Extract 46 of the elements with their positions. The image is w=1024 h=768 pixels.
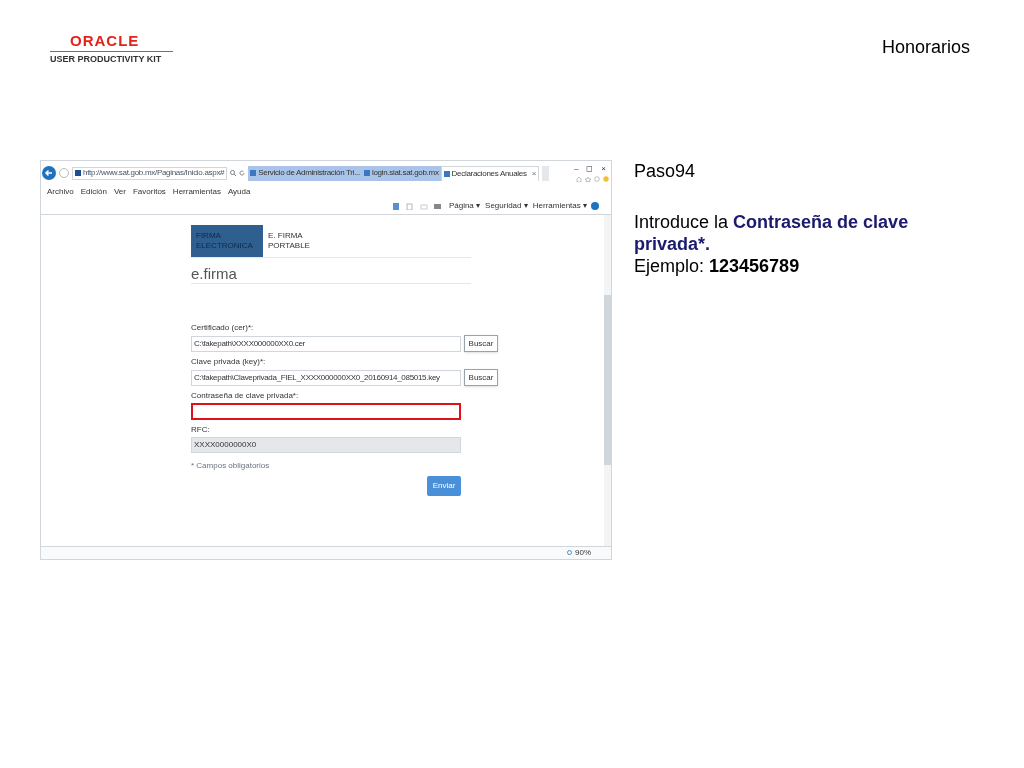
browser-tab[interactable]: Servicio de Administración Tri... bbox=[248, 165, 362, 181]
menu-item[interactable]: Ayuda bbox=[227, 187, 251, 196]
field-label: Certificado (cer)*: bbox=[191, 324, 255, 332]
toolbar-menu[interactable]: Seguridad ▾ bbox=[485, 202, 528, 210]
logo-subtitle: USER PRODUCTIVITY KIT bbox=[50, 55, 162, 64]
toolbar-menu[interactable]: Herramientas ▾ bbox=[532, 202, 587, 210]
field-label: Clave privada (key)*: bbox=[191, 358, 267, 366]
menu-item[interactable]: Ver bbox=[113, 187, 126, 196]
back-arrow-icon[interactable] bbox=[42, 166, 56, 180]
example-text: Ejemplo: 123456789 bbox=[634, 255, 801, 277]
browse-button[interactable]: Buscar bbox=[464, 369, 498, 386]
logo-wordmark: ORACLE bbox=[70, 33, 140, 48]
field-label: Contraseña de clave privada*: bbox=[191, 392, 300, 400]
rfc-field: XXXX0000000X0 bbox=[191, 437, 461, 453]
menu-item[interactable]: Herramientas bbox=[172, 187, 221, 196]
tab-page-icon bbox=[363, 170, 370, 176]
tab-page-icon bbox=[250, 170, 257, 176]
zoom-level[interactable]: 90% bbox=[575, 549, 591, 557]
page-title: Honorarios bbox=[881, 36, 970, 59]
field-label: RFC: bbox=[191, 426, 211, 434]
menu-item[interactable]: Favoritos bbox=[132, 187, 166, 196]
zoom-icon bbox=[567, 550, 573, 556]
address-bar[interactable]: http://www.sat.gob.mx/Paginas/Inicio.aspx# bbox=[72, 166, 228, 180]
toolbar-icons-drawing bbox=[576, 175, 610, 182]
help-icon[interactable] bbox=[591, 202, 599, 210]
search-icon[interactable] bbox=[230, 170, 237, 176]
window-control[interactable]: × bbox=[601, 164, 606, 173]
tab-close-button[interactable]: × bbox=[531, 169, 537, 178]
menu-item[interactable]: Edición bbox=[80, 187, 107, 196]
tab-page-icon bbox=[443, 170, 450, 177]
section-heading: e.firma bbox=[191, 266, 471, 284]
refresh-icon[interactable] bbox=[239, 170, 246, 176]
required-note: * Campos obligatorios bbox=[191, 462, 271, 470]
site-icon bbox=[75, 170, 81, 176]
file-path-field[interactable]: C:\fakepath\Claveprivada_FIEL_XXXX000000XX0_20160914_085015.key bbox=[191, 369, 461, 386]
browse-button[interactable]: Buscar bbox=[464, 335, 498, 352]
menu-item[interactable]: Archivo bbox=[47, 187, 74, 196]
password-field[interactable] bbox=[191, 403, 461, 420]
browser-tab[interactable]: Declaraciones Anuales × bbox=[440, 165, 540, 181]
browser-tab[interactable]: login.siat.sat.gob.mx bbox=[361, 165, 441, 181]
window-control[interactable]: ◻ bbox=[586, 164, 594, 173]
toolbar-menu[interactable]: Página ▾ bbox=[448, 202, 481, 210]
window-control[interactable]: – bbox=[573, 164, 579, 173]
file-path-field[interactable]: C:\fakepath\XXXX000000XX0.cer bbox=[191, 335, 461, 352]
instruction-text: Introduce la Contraseña de clave privada*. bbox=[634, 211, 910, 255]
step-label: Paso94 bbox=[634, 160, 697, 182]
